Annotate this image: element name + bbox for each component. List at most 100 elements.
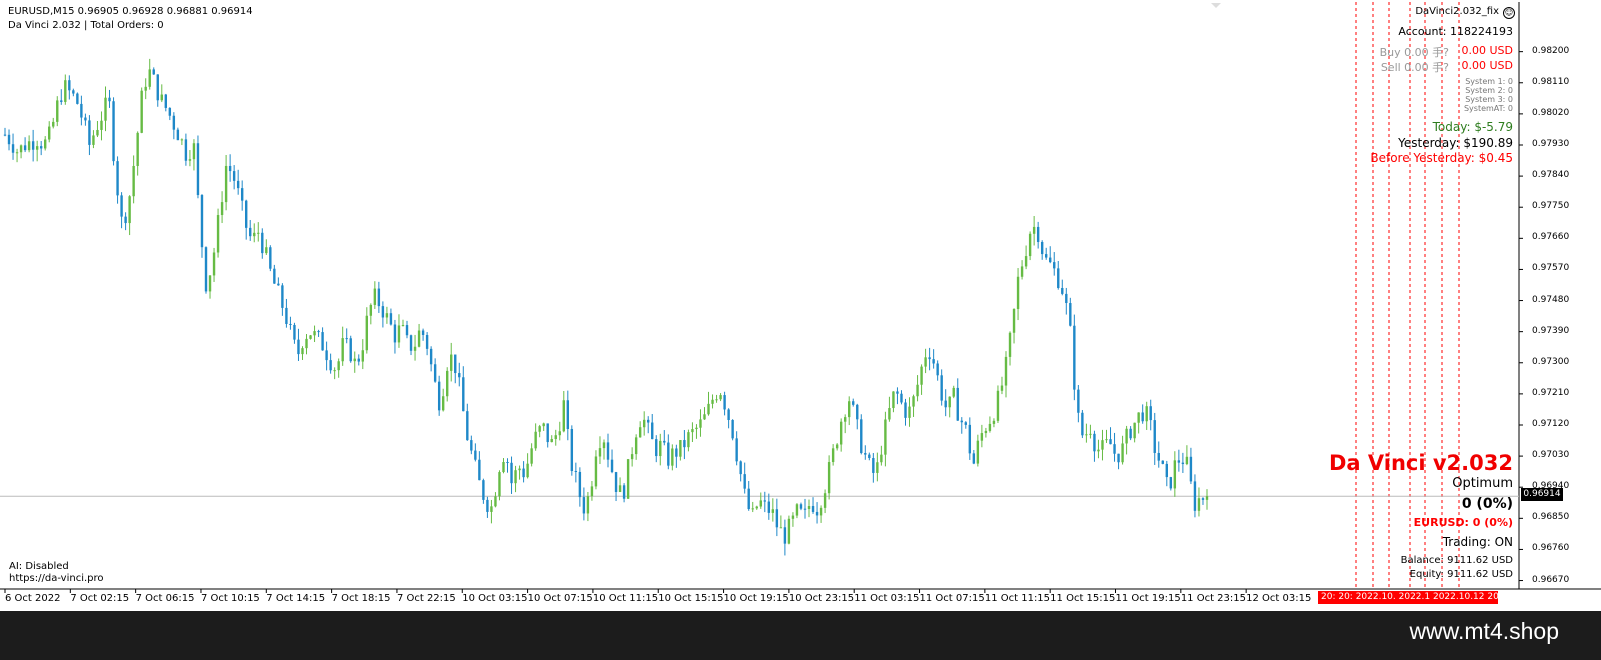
candle (546, 423, 549, 448)
candle-body (1065, 293, 1068, 304)
candle-body (1069, 303, 1072, 326)
candle (703, 407, 706, 420)
candle-body (904, 402, 907, 418)
candle (598, 436, 602, 465)
candle (984, 427, 988, 438)
scroll-marker-icon[interactable] (1211, 3, 1221, 8)
candle-body (1024, 256, 1028, 267)
current-price-badge: 0.96914 (1521, 488, 1563, 501)
candle (936, 360, 939, 381)
candle (401, 319, 405, 327)
candle-body (470, 440, 473, 451)
candle (904, 398, 907, 426)
candle-body (719, 395, 722, 400)
candle-body (446, 370, 449, 397)
candle-body (1073, 325, 1076, 390)
candle (405, 320, 409, 339)
candle (1024, 245, 1028, 270)
candle-body (598, 448, 602, 457)
candle-body (1089, 433, 1092, 435)
candle-body (373, 288, 377, 305)
candle (622, 483, 626, 503)
candle (68, 75, 71, 100)
candle-body (128, 196, 131, 224)
candle (948, 396, 951, 418)
candle-body (908, 406, 911, 418)
candle (140, 87, 143, 134)
candle-body (1165, 463, 1168, 478)
candle-body (357, 358, 360, 362)
candle-body (787, 518, 791, 544)
time-tick-label: 11 Oct 15:15 (1050, 593, 1116, 604)
candle-body (60, 100, 63, 102)
candle (224, 154, 228, 211)
candle-body (429, 348, 433, 365)
mode-label: Optimum (1452, 476, 1513, 491)
candle (880, 445, 883, 466)
candle-body (518, 468, 521, 471)
candle-body (164, 94, 168, 108)
candle-body (144, 86, 147, 91)
candle-body (614, 472, 618, 492)
candle (558, 421, 561, 441)
candle-body (791, 515, 795, 519)
candle (369, 303, 373, 325)
website-link[interactable]: https://da-vinci.pro (9, 573, 104, 584)
candle (220, 191, 224, 224)
candle (1016, 268, 1020, 321)
candle-body (393, 324, 397, 343)
candle-body (261, 232, 264, 254)
candle (425, 332, 429, 356)
candle (630, 447, 634, 467)
candle-body (245, 200, 248, 228)
candle-body (747, 488, 750, 510)
candle (204, 246, 208, 294)
candle (1129, 426, 1132, 441)
candle-body (1193, 481, 1197, 511)
candle (486, 496, 489, 518)
price-tick-label: 0.97930 (1532, 138, 1570, 149)
candle (1057, 261, 1060, 290)
candle (462, 366, 465, 412)
candle-body (1189, 456, 1193, 482)
candle-body (180, 139, 184, 141)
candle-body (1032, 226, 1036, 234)
candle (60, 89, 63, 105)
candle-body (425, 334, 429, 349)
candle-body (618, 485, 622, 492)
candle-body (92, 135, 95, 145)
candle (1004, 351, 1008, 398)
candle (731, 419, 734, 441)
candle (944, 389, 947, 417)
candle (803, 498, 807, 519)
candle (409, 334, 413, 356)
candle-body (1181, 462, 1185, 465)
candle-body (200, 195, 204, 248)
candle (751, 501, 754, 513)
candle-body (530, 448, 533, 464)
candle (309, 334, 312, 340)
candle (892, 391, 895, 413)
candle (474, 443, 477, 462)
time-tick-label: 10 Oct 19:15 (723, 593, 789, 604)
candle (638, 421, 642, 438)
candle (27, 135, 31, 153)
candle-body (1085, 434, 1088, 436)
price-chart[interactable] (0, 0, 1601, 611)
candle (240, 180, 244, 211)
candle-body (948, 396, 951, 408)
candle (148, 58, 151, 90)
candle-body (695, 427, 698, 430)
red-time-labels: 20: 20: 2022.10. 2022.1 2022.10.12 20:00 (1318, 591, 1498, 604)
candle (152, 67, 155, 75)
candle-body (578, 471, 582, 498)
candle-body (349, 338, 352, 362)
price-tick-label: 0.97300 (1532, 356, 1570, 367)
footer-site[interactable]: www.mt4.shop (1409, 618, 1559, 645)
candle-body (148, 69, 151, 87)
candle (156, 74, 159, 107)
candle (715, 394, 718, 403)
candle (1040, 240, 1044, 260)
candle (727, 408, 730, 429)
candle-body (116, 161, 119, 196)
